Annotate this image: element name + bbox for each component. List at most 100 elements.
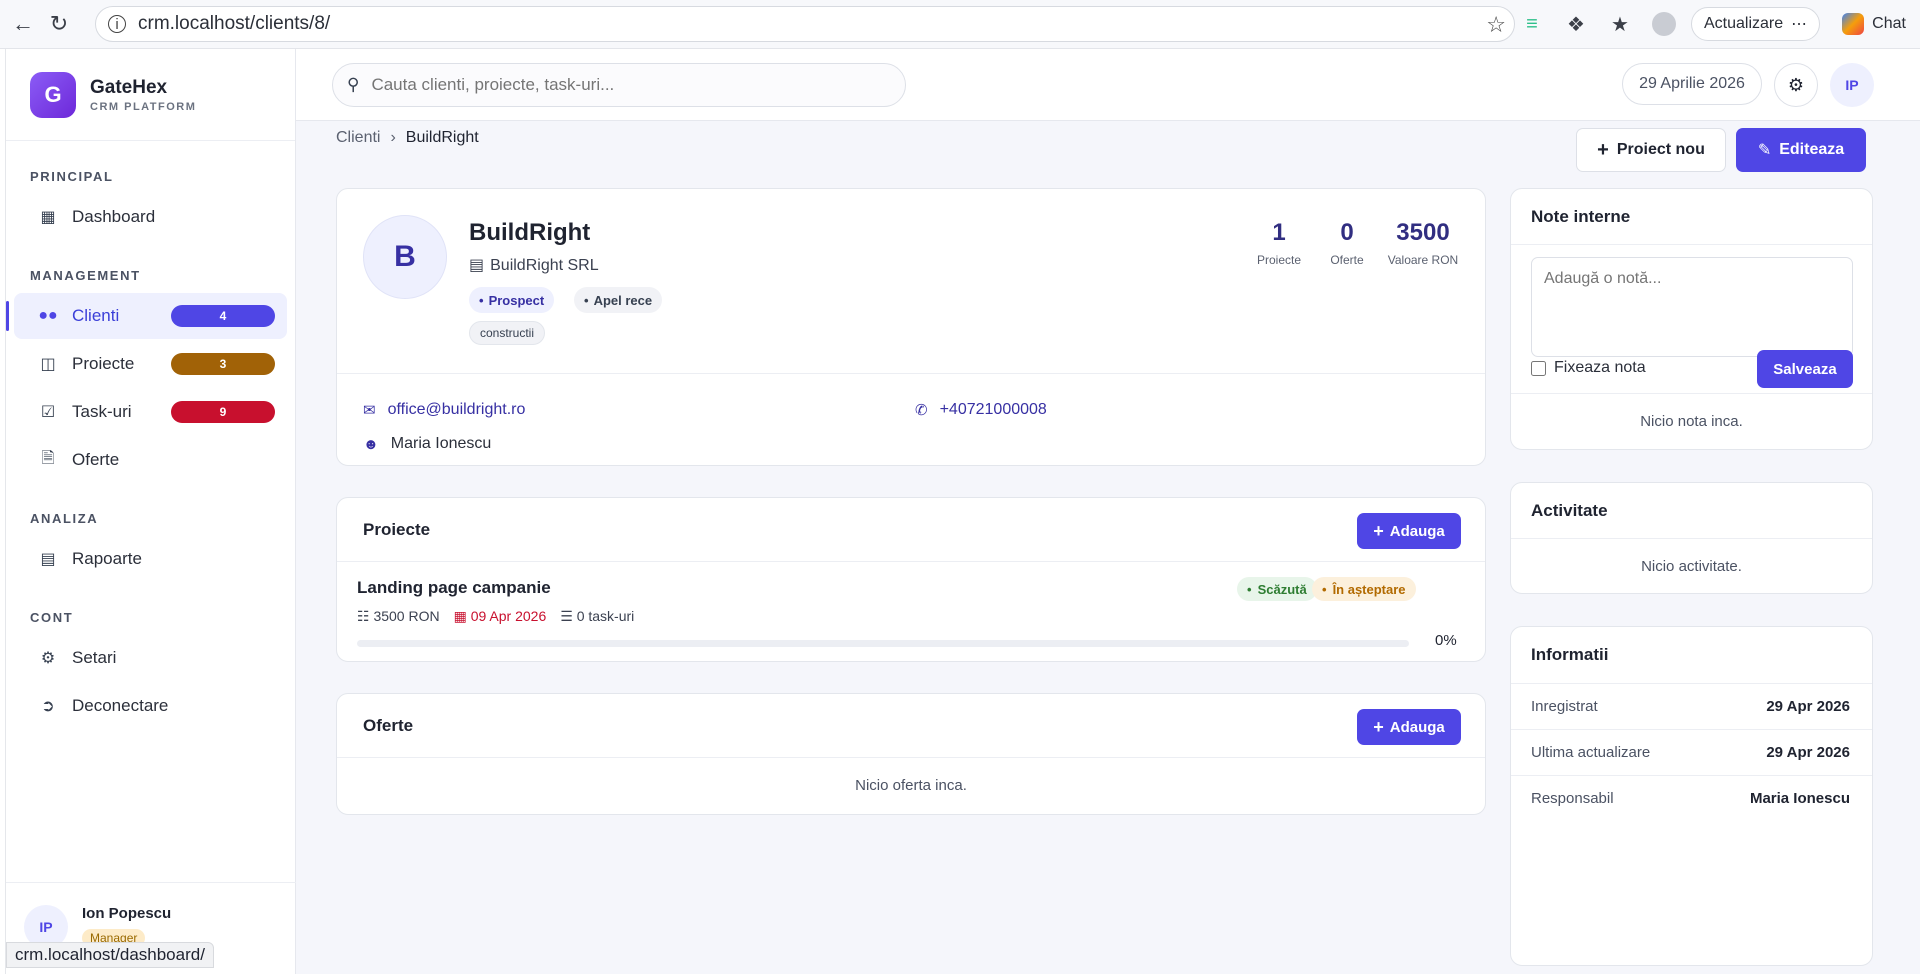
breadcrumb-clienti[interactable]: Clienti [336,129,380,147]
info-value: Maria Ionescu [1749,790,1850,807]
project-name[interactable]: Landing page campanie [357,578,551,598]
projects-card: Proiecte + Adauga Landing page campanie … [336,497,1486,662]
info-card: Informatii Inregistrat 29 Apr 2026 Ultim… [1510,626,1873,966]
divider [337,373,1485,374]
site-info-icon[interactable]: i [108,15,126,33]
client-company: ▤ BuildRight SRL [469,255,599,275]
project-tasks: ☰ 0 task-uri [560,608,634,625]
sidebar-item-label: Deconectare [72,696,169,715]
client-phone-link[interactable]: +40721000008 [940,401,1047,419]
sidebar-item-proiecte[interactable]: ◫ Proiecte 3 [14,341,287,387]
theme-settings-button[interactable]: ⚙ [1774,63,1818,107]
activity-header: Activitate [1511,483,1872,539]
reload-icon[interactable]: ↻ [42,7,76,41]
profile-icon[interactable] [1647,7,1681,41]
dot-icon: • [1247,581,1252,597]
favorites-icon[interactable]: ★ [1603,7,1637,41]
dot-icon: • [479,292,484,308]
proiecte-count-badge: 3 [171,353,275,375]
search-box[interactable]: ⚲ [332,63,906,107]
user-avatar-button[interactable]: IP [1830,63,1874,107]
stat-oferte-label: Oferte [1330,253,1364,267]
client-company-name: BuildRight SRL [490,257,599,274]
add-project-label: Adauga [1389,522,1445,540]
extension-lines-icon[interactable]: ≡ [1515,7,1549,41]
person-icon: ☻ [363,435,379,453]
search-icon: ⚲ [347,75,360,94]
status-label: În așteptare [1332,581,1406,597]
activity-card: Activitate Nicio activitate. [1510,482,1873,594]
brand-name: GateHex [90,76,168,98]
sidebar-item-oferte[interactable]: 🗎 Oferte [14,437,287,483]
edit-icon: ✎ [1757,142,1772,159]
sidebar-item-task-uri[interactable]: ☑ Task-uri 9 [14,389,287,435]
client-email-link[interactable]: office@buildright.ro [388,401,526,419]
projects-header: Proiecte [337,498,1485,562]
save-note-button[interactable]: Salveaza [1757,350,1853,388]
checkbox-icon: ☑ [40,404,56,421]
chat-button[interactable]: Chat [1830,7,1918,41]
sidebar-item-label: Setari [72,648,117,667]
note-textarea[interactable] [1531,257,1853,357]
update-button[interactable]: Actualizare ⋯ [1691,7,1821,41]
grid-icon: ▦ [40,209,56,226]
sidebar: G GateHex CRM PLATFORM PRINCIPAL ▦ Dashb… [6,49,296,974]
url-text[interactable]: crm.localhost/clients/8/ [138,13,330,35]
new-project-button[interactable]: + Proiect nou [1576,128,1726,172]
brand[interactable]: G GateHex CRM PLATFORM [6,49,295,141]
info-value: 29 Apr 2026 [1766,698,1850,715]
tag-apel-rece: • Apel rece [574,287,663,313]
update-label: Actualizare [1704,15,1784,32]
add-offer-button[interactable]: + Adauga [1357,709,1461,745]
pin-note-input[interactable] [1531,360,1546,376]
info-key: Inregistrat [1531,698,1598,715]
chart-icon: ▤ [40,551,56,568]
section-principal: PRINCIPAL [30,169,114,184]
search-input[interactable] [371,75,872,95]
gear-icon: ⚙ [40,650,56,667]
project-deadline: ▦ 09 Apr 2026 [454,608,547,625]
calendar-icon: ▦ [453,608,467,624]
section-cont: CONT [30,610,74,625]
pin-note-checkbox[interactable]: Fixeaza nota [1531,359,1646,377]
back-icon[interactable]: ← [6,7,40,41]
sidebar-item-rapoarte[interactable]: ▤ Rapoarte [14,536,287,582]
client-email: ✉ office@buildright.ro [363,401,525,419]
app-shell: G GateHex CRM PLATFORM PRINCIPAL ▦ Dashb… [5,49,1920,974]
coins-icon: ☷ [357,608,370,624]
project-tasks-text: 0 task-uri [576,608,635,624]
add-project-button[interactable]: + Adauga [1357,513,1461,549]
user-name: Ion Popescu [82,905,172,922]
copilot-icon [1842,13,1865,35]
file-icon: 🗎 [41,449,55,467]
sidebar-item-deconectare[interactable]: ➲ Deconectare [14,683,287,729]
edit-label: Editeaza [1779,141,1845,158]
industry-tag: constructii [469,321,546,345]
address-bar[interactable]: i crm.localhost/clients/8/ ☆ [95,6,1515,42]
project-progress-bar [357,640,1409,647]
offers-card: Oferte + Adauga Nicio oferta inca. [336,693,1486,815]
more-icon: ⋯ [1791,16,1808,33]
sidebar-item-clienti[interactable]: ●● Clienti 4 [6,293,287,339]
pin-note-label: Fixeaza nota [1554,359,1646,376]
chat-label: Chat [1872,15,1906,32]
building-icon: ▤ [469,257,485,274]
info-key: Ultima actualizare [1531,744,1651,761]
client-phone: ✆ +40721000008 [915,401,1047,419]
activity-title: Activitate [1531,500,1608,520]
sidebar-item-dashboard[interactable]: ▦ Dashboard [14,194,287,240]
sidebar-item-setari[interactable]: ⚙ Setari [14,635,287,681]
tag-apel-rece-label: Apel rece [593,292,653,308]
puzzle-icon[interactable]: ❖ [1559,7,1593,41]
bookmark-star-icon[interactable]: ☆ [1486,12,1506,38]
stat-valoare-label: Valoare RON [1387,253,1459,267]
gear-icon: ⚙ [1787,74,1805,95]
task-uri-count-badge: 9 [171,401,275,423]
date-display: 29 Aprilie 2026 [1622,63,1762,105]
sidebar-item-label: Dashboard [72,207,156,226]
info-row-inregistrat: Inregistrat 29 Apr 2026 [1511,683,1872,729]
edit-button[interactable]: ✎ Editeaza [1736,128,1866,172]
info-key: Responsabil [1531,790,1614,807]
brand-logo: G [30,71,76,118]
folder-icon: ◫ [40,356,56,373]
